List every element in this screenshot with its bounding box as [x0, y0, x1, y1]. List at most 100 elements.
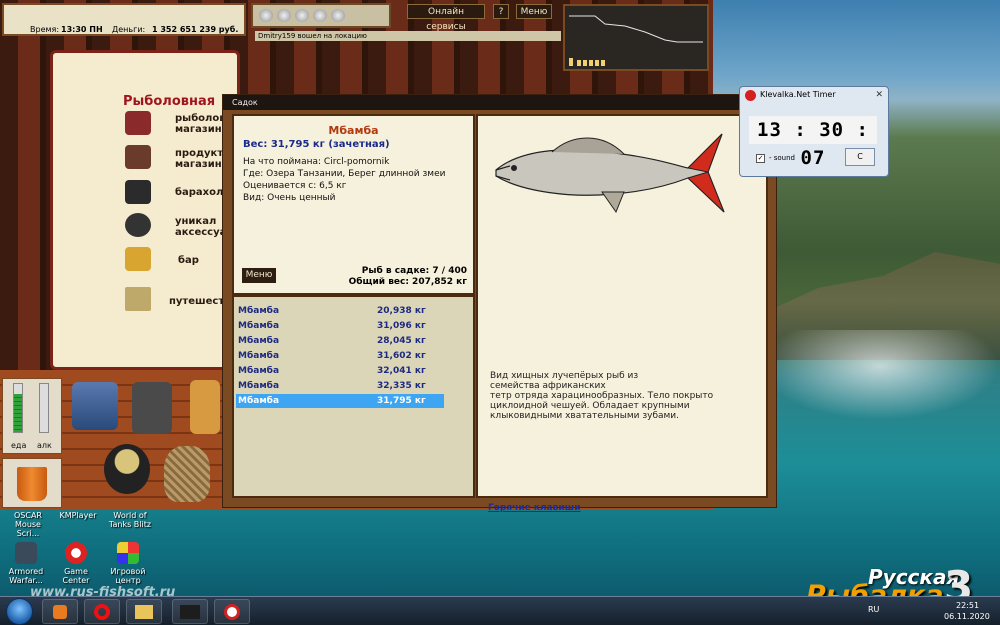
- money-label: Деньги:: [112, 25, 146, 34]
- map-icon: [125, 287, 151, 311]
- timer-window: Klevalka.Net Timer ✕ 13 : 30 : 07 ✓ - so…: [739, 86, 889, 177]
- desktop-icon-kmplayer[interactable]: KMPlayer: [54, 511, 102, 520]
- timer-display: 13 : 30 : 07: [749, 116, 877, 169]
- fish-slot-icon[interactable]: [295, 9, 309, 22]
- time-value: 13:30 ПН: [61, 25, 103, 34]
- reel-icon: [125, 213, 151, 237]
- sale-tag-icon: [125, 180, 151, 204]
- fish-value: Оценивается с: 6,5 кг: [243, 181, 347, 191]
- list-item[interactable]: Мбамба 32,335 кг: [236, 379, 444, 393]
- fish-slot-icon[interactable]: [331, 9, 345, 22]
- login-message: Dmitry159 вошел на локацию: [255, 31, 561, 41]
- online-services-button[interactable]: Онлайн сервисы: [407, 4, 485, 32]
- clock-time[interactable]: 22:51: [956, 601, 979, 610]
- list-item[interactable]: Мбамба 32,041 кг: [236, 364, 444, 378]
- total-weight: Общий вес: 207,852 кг: [348, 277, 467, 287]
- keepnet-icon[interactable]: [164, 446, 210, 502]
- food-icon: [125, 145, 151, 169]
- fish-slot-icon[interactable]: [313, 9, 327, 22]
- wallpaper-surf: [760, 330, 1000, 420]
- list-item[interactable]: Мбамба 20,938 кг: [236, 304, 444, 318]
- book-item-unique-accessories[interactable]: уникал аксессуа: [175, 216, 226, 238]
- game-hub-label: Игровой центр: [110, 567, 146, 585]
- media-player-icon: [53, 605, 67, 619]
- fish-list: Мбамба 20,938 кг Мбамба 31,096 кг Мбамба 28…: [232, 295, 475, 498]
- desktop-icon-armored-warfare[interactable]: Armored Warfar...: [2, 542, 50, 585]
- notebook-icon[interactable]: [190, 380, 220, 434]
- alcohol-label: алк: [37, 441, 52, 450]
- game-center-label: Game Center: [62, 567, 90, 585]
- shop-book: Рыболовная рыболовный магазин продукто м…: [50, 50, 249, 370]
- wot-blitz-label: World of Tanks Blitz: [108, 511, 152, 529]
- fish-slot-icon[interactable]: [277, 9, 291, 22]
- book-item-travel[interactable]: путешест: [169, 296, 224, 307]
- money-value: 1 352 651 239 руб.: [152, 25, 239, 34]
- list-item-selected[interactable]: Мбамба 31,795 кг: [236, 394, 444, 408]
- list-item[interactable]: Мбамба 28,045 кг: [236, 334, 444, 348]
- close-icon[interactable]: ✕: [875, 90, 883, 100]
- rubiks-cube-icon: [117, 542, 139, 564]
- bucket-icon: [17, 467, 47, 501]
- help-button[interactable]: ?: [493, 4, 509, 19]
- desktop-icon-game-hub[interactable]: Игровой центр: [104, 542, 152, 585]
- desktop-icon-game-center[interactable]: Game Center: [52, 542, 100, 585]
- fish-kind: Вид: Очень ценный: [243, 193, 336, 203]
- fish-count: Рыб в садке: 7 / 400: [361, 266, 467, 276]
- backpack-icon[interactable]: [132, 382, 172, 434]
- fish-bait: На что поймана: Circl-pomornik: [243, 157, 390, 167]
- status-panel: Время: 13:30 ПН Деньги: 1 352 651 239 ру…: [2, 3, 246, 36]
- fish-slots-bar: [251, 3, 391, 28]
- hotkeys-link[interactable]: Горячие клавиши: [488, 503, 581, 513]
- reset-button[interactable]: C: [845, 148, 875, 166]
- clock-date[interactable]: 06.11.2020: [944, 612, 990, 621]
- fish-image: [495, 133, 725, 214]
- taskbar: RU 22:51 06.11.2020: [0, 596, 1000, 625]
- folder-icon: [135, 605, 153, 619]
- depth-graph: [563, 4, 709, 71]
- book-item-bar[interactable]: бар: [178, 255, 199, 266]
- language-indicator[interactable]: RU: [868, 605, 879, 614]
- taskbar-media-player[interactable]: [42, 599, 78, 624]
- desktop-icon-wot-blitz[interactable]: World of Tanks Blitz: [106, 511, 154, 529]
- food-bar: [13, 383, 23, 433]
- tackle-box-icon[interactable]: [72, 382, 118, 430]
- armored-warfare-label: Armored Warfar...: [8, 567, 44, 585]
- keepnet-menu-button[interactable]: Меню: [242, 268, 276, 283]
- fish-name: Мбамба: [328, 124, 379, 137]
- depth-profile-chart: [569, 15, 703, 66]
- keepnet-title: Садок: [223, 95, 776, 110]
- cauldron-icon[interactable]: [104, 444, 150, 494]
- list-item[interactable]: Мбамба 31,096 кг: [236, 319, 444, 333]
- taskbar-opera[interactable]: [84, 599, 120, 624]
- beer-icon: [125, 247, 151, 271]
- food-label: еда: [11, 441, 27, 450]
- taskbar-explorer[interactable]: [126, 599, 162, 624]
- alcohol-bar: [39, 383, 49, 433]
- rf3-icon: [180, 605, 200, 619]
- list-item[interactable]: Мбамба 31,602 кг: [236, 349, 444, 363]
- fish-description: Вид хищных лучепёрых рыб из семейства аф…: [490, 371, 714, 421]
- fish-slot-icon[interactable]: [259, 9, 273, 22]
- oscar-label: OSCAR Mouse Scri...: [14, 511, 42, 538]
- klevalka-logo-icon: [745, 90, 756, 101]
- sound-checkbox[interactable]: ✓: [756, 154, 765, 163]
- timer-title: Klevalka.Net Timer: [760, 90, 836, 99]
- lure-icon: [125, 111, 151, 135]
- needs-panel: еда алк: [2, 378, 62, 454]
- taskbar-timer[interactable]: [214, 599, 250, 624]
- bucket-slot[interactable]: [2, 458, 62, 508]
- start-button[interactable]: [6, 598, 33, 625]
- food-bar-fill: [14, 393, 22, 432]
- armored-warfare-icon: [15, 542, 37, 564]
- game-center-icon: [65, 542, 87, 564]
- book-item-flea-market[interactable]: барахол: [175, 187, 223, 198]
- fish-info-panel: Мбамба Вес: 31,795 кг (зачетная) На что …: [232, 114, 475, 295]
- game-menu-button[interactable]: Меню: [516, 4, 552, 19]
- desktop-icon-oscar[interactable]: OSCAR Mouse Scri...: [4, 511, 52, 538]
- sound-label: - sound: [769, 154, 795, 162]
- fish-description-panel: Вид хищных лучепёрых рыб из семейства аф…: [476, 114, 768, 513]
- keepnet-dialog: Садок Мбамба Вес: 31,795 кг (зачетная) Н…: [222, 94, 777, 513]
- book-title: Рыболовная: [123, 94, 216, 109]
- taskbar-rf3[interactable]: [172, 599, 208, 624]
- kmplayer-label: KMPlayer: [59, 511, 97, 520]
